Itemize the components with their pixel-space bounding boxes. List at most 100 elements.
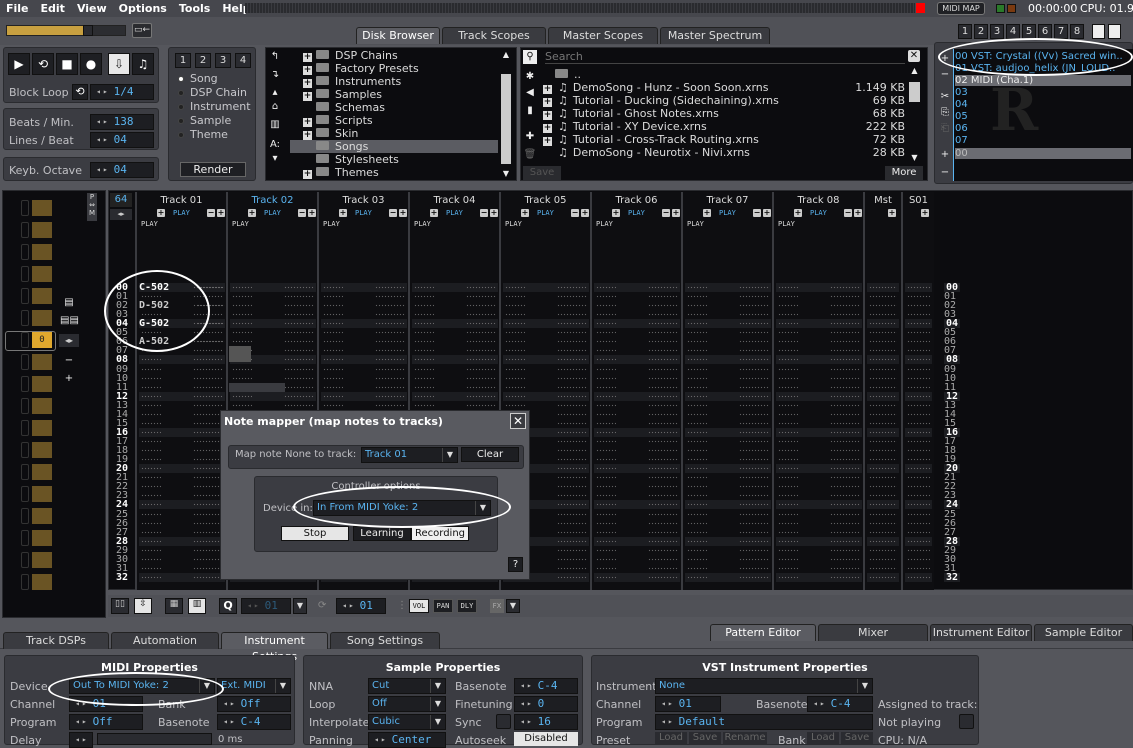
empty-note-cell[interactable] [778,319,798,329]
empty-effect-cell[interactable] [907,473,930,483]
instrument-item[interactable]: 04 [955,99,1131,110]
remove-column-icon[interactable]: − [662,209,670,217]
empty-effect-cell[interactable] [739,400,769,410]
empty-note-cell[interactable] [596,283,616,292]
empty-note-cell[interactable] [596,527,616,537]
sequence-slot[interactable] [32,354,52,370]
empty-effect-cell[interactable] [193,482,223,492]
instrument-item[interactable]: 02 MIDI (Cha.1) [955,75,1131,86]
empty-effect-cell[interactable] [284,355,314,365]
empty-effect-cell[interactable] [193,346,223,356]
empty-note-cell[interactable] [141,346,161,356]
empty-note-cell[interactable] [141,464,161,474]
empty-note-cell[interactable] [596,491,616,501]
empty-note-cell[interactable] [414,364,434,374]
empty-effect-cell[interactable] [375,301,405,311]
tab-pattern-editor[interactable]: Pattern Editor [710,624,816,641]
empty-effect-cell[interactable] [193,500,223,510]
empty-note-cell[interactable] [596,319,616,329]
remove-column-icon[interactable]: − [298,209,306,217]
midi-delay-arrows[interactable]: ◂▸ [69,732,93,748]
empty-effect-cell[interactable] [193,527,223,537]
empty-effect-cell[interactable] [375,382,405,392]
expand-icon[interactable]: + [543,85,552,94]
empty-note-cell[interactable] [141,545,161,555]
empty-note-cell[interactable] [505,292,525,302]
empty-effect-cell[interactable] [284,364,314,374]
sequence-mute-slot[interactable] [21,244,29,260]
empty-note-cell[interactable] [778,572,798,582]
empty-effect-cell[interactable] [648,328,678,338]
empty-effect-cell[interactable] [869,554,897,564]
add-column-icon[interactable]: + [703,209,711,217]
empty-effect-cell[interactable] [739,536,769,546]
empty-note-cell[interactable] [778,455,798,465]
empty-effect-cell[interactable] [648,491,678,501]
instrument-item[interactable]: 00 VST: Crystal ((Vv) Sacred win.. [955,51,1131,62]
menu-view[interactable]: View [71,2,113,15]
render-tab-1[interactable]: 1 [175,53,191,68]
empty-effect-cell[interactable] [557,400,587,410]
track-name[interactable]: Track 05 [501,195,590,206]
view-preset-8[interactable]: 8 [1070,24,1084,39]
empty-effect-cell[interactable] [557,509,587,519]
empty-note-cell[interactable] [687,391,707,401]
empty-effect-cell[interactable] [648,346,678,356]
sequence-slot[interactable] [32,200,52,216]
empty-effect-cell[interactable] [466,292,496,302]
track-name[interactable]: Track 02 [228,195,317,206]
empty-effect-cell[interactable] [466,346,496,356]
empty-note-cell[interactable] [232,283,252,292]
empty-note-cell[interactable] [596,437,616,447]
finetuning-value[interactable]: ◂▸ 0 [514,696,578,712]
empty-effect-cell[interactable] [907,527,930,537]
empty-note-cell[interactable] [687,509,707,519]
empty-note-cell[interactable] [596,409,616,419]
empty-effect-cell[interactable] [648,319,678,329]
empty-note-cell[interactable] [778,283,798,292]
view-preset-6[interactable]: 6 [1038,24,1052,39]
empty-note-cell[interactable] [141,446,161,456]
empty-effect-cell[interactable] [907,382,930,392]
empty-effect-cell[interactable] [869,491,897,501]
sync-checkbox[interactable] [496,714,511,729]
follow-button[interactable]: ⇩ [108,53,130,75]
stop-button[interactable]: Stop [281,526,349,541]
empty-note-cell[interactable] [232,364,252,374]
empty-effect-cell[interactable] [193,446,223,456]
clear-button[interactable]: Clear [461,447,519,462]
empty-effect-cell[interactable] [193,464,223,474]
midi-program-value[interactable]: ◂▸ Off [69,714,143,730]
empty-note-cell[interactable] [596,391,616,401]
empty-effect-cell[interactable] [830,545,860,555]
panning-value[interactable]: ◂▸ Center [368,732,446,748]
empty-note-cell[interactable] [687,364,707,374]
empty-effect-cell[interactable] [375,391,405,401]
empty-effect-cell[interactable] [284,346,314,356]
expand-icon[interactable]: + [543,98,552,107]
instrument-item[interactable]: 05 [955,111,1131,122]
empty-note-cell[interactable] [596,400,616,410]
file-item[interactable]: + ♫ DemoSong - Hunz - Soon Soon.xrns 1.149 … [543,81,905,94]
render-tab-4[interactable]: 4 [235,53,251,68]
empty-effect-cell[interactable] [557,409,587,419]
empty-effect-cell[interactable] [739,545,769,555]
empty-effect-cell[interactable] [830,572,860,582]
tab-song-settings[interactable]: Song Settings [330,632,440,649]
empty-effect-cell[interactable] [557,301,587,311]
empty-note-cell[interactable] [687,382,707,392]
empty-effect-cell[interactable] [830,373,860,383]
remove-column-icon[interactable]: − [753,209,761,217]
empty-note-cell[interactable] [687,310,707,320]
empty-effect-cell[interactable] [739,455,769,465]
empty-note-cell[interactable] [141,373,161,383]
empty-note-cell[interactable] [323,310,343,320]
empty-effect-cell[interactable] [830,536,860,546]
empty-effect-cell[interactable] [830,554,860,564]
empty-note-cell[interactable] [323,373,343,383]
empty-note-cell[interactable] [596,427,616,437]
empty-effect-cell[interactable] [907,509,930,519]
empty-note-cell[interactable] [414,301,434,311]
remove-sample-icon[interactable]: − [938,166,952,180]
empty-effect-cell[interactable] [193,473,223,483]
